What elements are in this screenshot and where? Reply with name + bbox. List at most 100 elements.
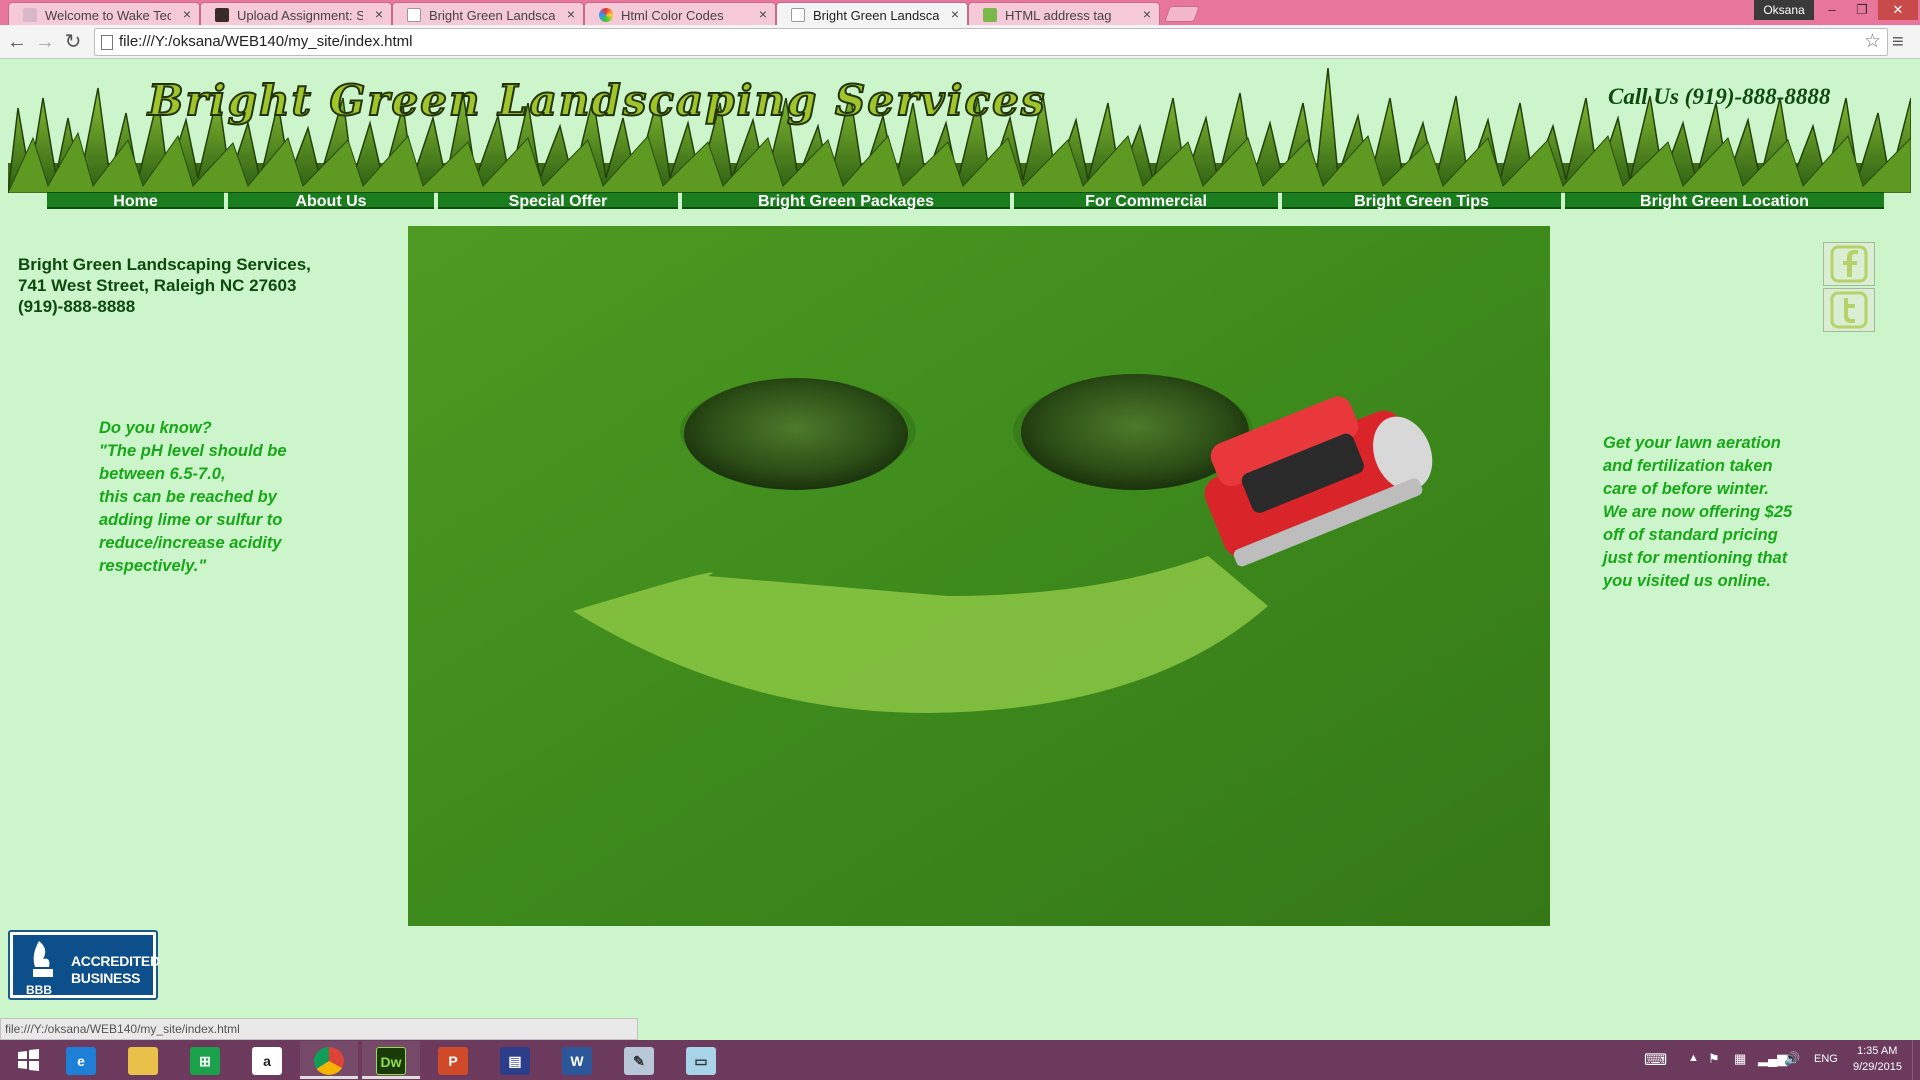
- nav-home[interactable]: Home: [47, 192, 224, 210]
- close-tab-icon[interactable]: ×: [567, 6, 575, 22]
- show-desktop-button[interactable]: [1912, 1040, 1920, 1080]
- address-line-name: Bright Green Landscaping Services,: [18, 255, 311, 274]
- tab-html-color-codes[interactable]: Html Color Codes ×: [584, 2, 776, 25]
- color-wheel-favicon-icon: [599, 8, 613, 22]
- tip-right-line: you visited us online.: [1603, 572, 1771, 590]
- close-tab-icon[interactable]: ×: [375, 6, 383, 22]
- keyboard-icon[interactable]: ⌨: [1644, 1050, 1667, 1070]
- store-icon: ⊞: [190, 1047, 220, 1075]
- new-tab-button[interactable]: [1164, 6, 1200, 22]
- tip-left-line: Do you know?: [99, 419, 212, 437]
- aeration-offer: Get your lawn aeration and fertilization…: [1603, 432, 1833, 593]
- notepad-taskbar[interactable]: ▭: [672, 1041, 730, 1079]
- powerpoint-icon: P: [438, 1047, 468, 1075]
- address-bar[interactable]: file:///Y:/oksana/WEB140/my_site/index.h…: [94, 28, 1888, 56]
- volume-icon[interactable]: 🔊: [1784, 1051, 1800, 1067]
- close-tab-icon[interactable]: ×: [759, 6, 767, 22]
- tip-right-line: We are now offering $25: [1603, 503, 1793, 521]
- start-button[interactable]: [0, 1041, 58, 1079]
- paint-palette-icon: ✎: [624, 1047, 654, 1075]
- chrome-taskbar[interactable]: [300, 1041, 358, 1079]
- close-tab-icon[interactable]: ×: [183, 6, 191, 22]
- tip-left-line: respectively.": [99, 557, 207, 575]
- twitter-link[interactable]: [1823, 288, 1875, 332]
- chrome-menu-icon[interactable]: ≡: [1892, 31, 1904, 54]
- amazon-icon: a: [252, 1047, 282, 1075]
- flag-icon[interactable]: ⚑: [1708, 1051, 1720, 1067]
- language-indicator[interactable]: ENG: [1814, 1053, 1838, 1065]
- twitter-icon: [1830, 291, 1868, 329]
- tip-right-line: care of before winter.: [1603, 480, 1769, 498]
- show-hidden-icons-icon[interactable]: ▲: [1688, 1052, 1699, 1064]
- tab-bright-green-active[interactable]: Bright Green Landscaping ×: [776, 2, 968, 25]
- page-favicon-icon: [407, 8, 421, 22]
- browser-toolbar: ← → ↻ file:///Y:/oksana/WEB140/my_site/i…: [0, 25, 1920, 59]
- powerpoint-taskbar[interactable]: P: [424, 1041, 482, 1079]
- nav-about-us[interactable]: About Us: [228, 192, 434, 210]
- smiley-lawn-image: [408, 226, 1550, 926]
- tip-right-line: just for mentioning that: [1603, 549, 1788, 567]
- close-window-icon[interactable]: ✕: [1878, 0, 1918, 20]
- save-taskbar[interactable]: ▤: [486, 1041, 544, 1079]
- nav-special-offer[interactable]: Special Offer: [438, 192, 678, 210]
- word-icon: W: [562, 1047, 592, 1075]
- status-bar: file:///Y:/oksana/WEB140/my_site/index.h…: [0, 1018, 638, 1040]
- tip-right-line: off of standard pricing: [1603, 526, 1778, 544]
- business-address: Bright Green Landscaping Services, 741 W…: [18, 254, 311, 317]
- w3schools-favicon-icon: [983, 8, 997, 22]
- dreamweaver-icon: Dw: [376, 1047, 406, 1075]
- notepad-icon: ▭: [686, 1047, 716, 1075]
- bbb-label: BBB: [26, 983, 52, 997]
- internet-explorer-icon: e: [66, 1047, 96, 1075]
- clock-date[interactable]: 9/29/2015: [1853, 1061, 1902, 1073]
- tab-html-address-tag[interactable]: HTML address tag ×: [968, 2, 1160, 25]
- nav-bright-green-tips[interactable]: Bright Green Tips: [1282, 192, 1561, 210]
- tip-right-line: and fertilization taken: [1603, 457, 1773, 475]
- nav-bright-green-packages[interactable]: Bright Green Packages: [682, 192, 1010, 210]
- page-icon: [101, 35, 113, 50]
- tab-wake-tech[interactable]: Welcome to Wake Techni ×: [8, 2, 200, 25]
- minimize-icon[interactable]: –: [1817, 0, 1847, 20]
- facebook-icon: [1830, 245, 1868, 283]
- word-taskbar[interactable]: W: [548, 1041, 606, 1079]
- restore-icon[interactable]: ❐: [1847, 0, 1877, 20]
- blackboard-favicon-icon: [215, 8, 229, 22]
- bbb-badge-bg: ACCREDITED BUSINESS BBB: [13, 935, 160, 997]
- paint-taskbar[interactable]: ✎: [610, 1041, 668, 1079]
- tip-left-line: this can be reached by: [99, 488, 277, 506]
- tip-right-line: Get your lawn aeration: [1603, 434, 1781, 452]
- web-page: Bright Green Landscaping Services Call U…: [0, 60, 1920, 1018]
- profile-button[interactable]: Oksana: [1754, 0, 1814, 20]
- tip-left-line: adding lime or sulfur to: [99, 511, 283, 529]
- folder-icon: [128, 1047, 158, 1075]
- windows-taskbar: e ⊞ a Dw P ▤ W ✎ ▭ ⌨ ▲ ⚑ ▦ ▂▄▆ 🔊 ENG 1:3…: [0, 1040, 1920, 1080]
- nav-bright-green-location[interactable]: Bright Green Location: [1565, 192, 1884, 210]
- close-tab-icon[interactable]: ×: [951, 6, 959, 22]
- tip-left-line: between 6.5-7.0,: [99, 465, 226, 483]
- header-phone: Call Us (919)-888-8888: [1608, 84, 1831, 109]
- url-text: file:///Y:/oksana/WEB140/my_site/index.h…: [119, 33, 413, 50]
- close-tab-icon[interactable]: ×: [1143, 6, 1151, 22]
- bbb-accredited-badge[interactable]: ACCREDITED BUSINESS BBB: [8, 930, 160, 1000]
- nav-for-commercial[interactable]: For Commercial: [1014, 192, 1278, 210]
- internet-explorer-taskbar[interactable]: e: [52, 1041, 110, 1079]
- amazon-taskbar[interactable]: a: [238, 1041, 296, 1079]
- file-explorer-taskbar[interactable]: [114, 1041, 172, 1079]
- back-arrow-icon[interactable]: ←: [4, 29, 30, 55]
- network-icon[interactable]: ▦: [1734, 1051, 1746, 1067]
- clock-time[interactable]: 1:35 AM: [1857, 1045, 1897, 1057]
- store-taskbar[interactable]: ⊞: [176, 1041, 234, 1079]
- windows-logo-icon: [18, 1049, 39, 1071]
- tab-bright-green-1[interactable]: Bright Green Landscaping ×: [392, 2, 584, 25]
- forward-arrow-icon[interactable]: →: [32, 29, 58, 55]
- dreamweaver-taskbar[interactable]: Dw: [362, 1041, 420, 1079]
- page-favicon-icon: [791, 8, 805, 22]
- reload-icon[interactable]: ↻: [60, 29, 86, 55]
- hero-image: [408, 226, 1550, 926]
- signal-icon[interactable]: ▂▄▆: [1758, 1051, 1787, 1067]
- tab-strip: Welcome to Wake Techni × Upload Assignme…: [0, 0, 1920, 25]
- floppy-disk-icon: ▤: [500, 1047, 530, 1075]
- facebook-link[interactable]: [1823, 242, 1875, 286]
- tab-upload-assignment[interactable]: Upload Assignment: Site F ×: [200, 2, 392, 25]
- bookmark-star-icon[interactable]: ☆: [1864, 29, 1881, 55]
